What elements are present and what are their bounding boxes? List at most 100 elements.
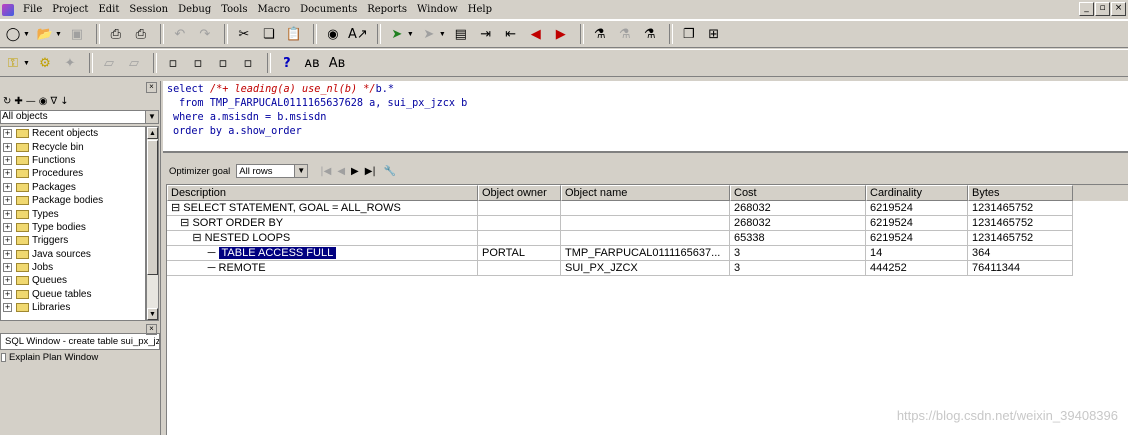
tree-item-queues[interactable]: + Queues xyxy=(1,274,145,287)
column-header-cardinality[interactable]: Cardinality xyxy=(866,185,968,201)
scroll-down-icon[interactable]: ▼ xyxy=(147,308,158,320)
tree-item-libraries[interactable]: + Libraries xyxy=(1,301,145,314)
close-icon[interactable]: × xyxy=(146,82,157,93)
chevron-down-icon[interactable]: ▼ xyxy=(439,31,446,38)
previous-icon[interactable]: ◀ xyxy=(337,166,345,177)
column-header-bytes[interactable]: Bytes xyxy=(968,185,1073,201)
tree-item-types[interactable]: + Types xyxy=(1,207,145,220)
sql-editor[interactable]: select /*+ leading(a) use_nl(b) */b.* fr… xyxy=(163,81,1128,153)
table-row-selected[interactable]: ─ TABLE ACCESS FULL PORTAL TMP_FARPUCAL0… xyxy=(167,246,1128,261)
column-header-cost[interactable]: Cost xyxy=(730,185,866,201)
table-row[interactable]: ⊟ NESTED LOOPS 65338 6219524 1231465752 xyxy=(167,231,1128,246)
menu-debug[interactable]: Debug xyxy=(173,0,216,19)
refresh-icon[interactable]: ↻ xyxy=(3,96,11,107)
expand-icon[interactable]: + xyxy=(3,303,12,313)
wand-icon[interactable]: ✦ xyxy=(59,52,81,74)
tree-collapse-icon[interactable]: ⊟ xyxy=(171,232,205,244)
filter-icon[interactable]: ∇ xyxy=(51,96,58,107)
column-header-description[interactable]: Description xyxy=(167,185,478,201)
debug-icon[interactable]: ▱ xyxy=(98,52,120,74)
print-icon[interactable]: ⎙ xyxy=(105,23,127,45)
uncomment-icon[interactable]: ▶ xyxy=(550,23,572,45)
tree-item-procedures[interactable]: + Procedures xyxy=(1,167,145,180)
sql-icon[interactable]: ▫ xyxy=(162,52,184,74)
tree-scrollbar[interactable]: ▲ ▼ xyxy=(146,126,159,321)
table-row[interactable]: ⊟ SELECT STATEMENT, GOAL = ALL_ROWS 2680… xyxy=(167,201,1128,216)
menu-documents[interactable]: Documents xyxy=(295,0,362,19)
indent-icon[interactable]: ⇥ xyxy=(475,23,497,45)
expand-icon[interactable]: + xyxy=(3,129,12,139)
tree-item-triggers[interactable]: + Triggers xyxy=(1,234,145,247)
scroll-up-icon[interactable]: ▲ xyxy=(147,127,158,139)
document-icon[interactable]: ▤ xyxy=(450,23,472,45)
menu-reports[interactable]: Reports xyxy=(362,0,412,19)
redo-icon[interactable]: ↷ xyxy=(194,23,216,45)
copy-icon[interactable]: ❏ xyxy=(258,23,280,45)
table-row[interactable]: ─ REMOTE SUI_PX_JZCX 3 444252 76411344 xyxy=(167,261,1128,276)
expand-icon[interactable]: + xyxy=(3,196,12,206)
chevron-down-icon[interactable]: ▼ xyxy=(23,31,30,38)
remove-icon[interactable]: — xyxy=(26,96,36,107)
expand-icon[interactable]: + xyxy=(3,222,12,232)
expand-icon[interactable]: + xyxy=(3,209,12,219)
first-icon[interactable]: |◀ xyxy=(320,166,331,177)
expand-icon[interactable]: + xyxy=(3,182,12,192)
export-icon[interactable]: ▫ xyxy=(212,52,234,74)
menu-tools[interactable]: Tools xyxy=(216,0,252,19)
scroll-thumb[interactable] xyxy=(147,140,158,275)
chevron-down-icon[interactable]: ▼ xyxy=(55,31,62,38)
restore-button[interactable]: ▫ xyxy=(1095,2,1110,16)
tree-collapse-icon[interactable]: ⊟ xyxy=(171,217,192,229)
rollback-icon[interactable]: ⚗ xyxy=(614,23,636,45)
find-icon[interactable]: ◉ xyxy=(322,23,344,45)
window-item-explain-plan[interactable]: Explain Plan Window xyxy=(0,350,160,365)
tree-item-recycle-bin[interactable]: + Recycle bin xyxy=(1,140,145,153)
unindent-icon[interactable]: ⇤ xyxy=(500,23,522,45)
expand-icon[interactable]: + xyxy=(3,276,12,286)
key-icon[interactable]: ⚿ xyxy=(2,52,24,74)
open-folder-icon[interactable]: 📂 xyxy=(34,23,56,45)
save-icon[interactable]: ▣ xyxy=(66,23,88,45)
tree-item-type-bodies[interactable]: + Type bodies xyxy=(1,221,145,234)
tree-item-jobs[interactable]: + Jobs xyxy=(1,261,145,274)
tree-item-packages[interactable]: + Packages xyxy=(1,181,145,194)
new-icon[interactable]: ◯ xyxy=(2,23,24,45)
find-icon[interactable]: ◉ xyxy=(39,96,48,107)
step-icon[interactable]: ➤ xyxy=(418,23,440,45)
wrench-icon[interactable]: 🔧 xyxy=(384,166,396,177)
column-header-object-name[interactable]: Object name xyxy=(561,185,730,201)
menu-session[interactable]: Session xyxy=(124,0,173,19)
execute-icon[interactable]: ➤ xyxy=(386,23,408,45)
tree-item-functions[interactable]: + Functions xyxy=(1,154,145,167)
menu-file[interactable]: File xyxy=(18,0,47,19)
add-icon[interactable]: ✚ xyxy=(14,96,22,107)
menu-edit[interactable]: Edit xyxy=(93,0,124,19)
import-icon[interactable]: ▫ xyxy=(237,52,259,74)
ab-case-icon[interactable]: Aʙ xyxy=(326,52,348,74)
menu-window[interactable]: Window xyxy=(412,0,463,19)
table-row[interactable]: ⊟ SORT ORDER BY 268032 6219524 123146575… xyxy=(167,216,1128,231)
print-preview-icon[interactable]: ⎙ xyxy=(130,23,152,45)
menu-help[interactable]: Help xyxy=(463,0,497,19)
breakpoint-icon[interactable]: ▱ xyxy=(123,52,145,74)
undo-icon[interactable]: ↶ xyxy=(169,23,191,45)
expand-icon[interactable]: + xyxy=(3,249,12,259)
chevron-down-icon[interactable]: ▼ xyxy=(294,165,308,177)
last-icon[interactable]: ▶| xyxy=(365,166,376,177)
app-logo-icon[interactable] xyxy=(2,3,14,16)
expand-icon[interactable]: + xyxy=(3,236,12,246)
help-icon[interactable]: ? xyxy=(276,52,298,74)
replace-icon[interactable]: A↗ xyxy=(347,23,369,45)
chevron-down-icon[interactable]: ▼ xyxy=(407,31,414,38)
column-header-object-owner[interactable]: Object owner xyxy=(478,185,561,201)
menu-project[interactable]: Project xyxy=(47,0,93,19)
chevron-down-icon[interactable]: ▼ xyxy=(145,111,158,123)
commit-icon[interactable]: ⚗ xyxy=(589,23,611,45)
tree-item-recent-objects[interactable]: + Recent objects xyxy=(1,127,145,140)
ab-icon[interactable]: ᴀʙ xyxy=(301,52,323,74)
comment-icon[interactable]: ◀ xyxy=(525,23,547,45)
tile-windows-icon[interactable]: ⊞ xyxy=(703,23,725,45)
expand-icon[interactable]: + xyxy=(3,289,12,299)
tree-item-package-bodies[interactable]: + Package bodies xyxy=(1,194,145,207)
paste-icon[interactable]: 📋 xyxy=(283,23,305,45)
